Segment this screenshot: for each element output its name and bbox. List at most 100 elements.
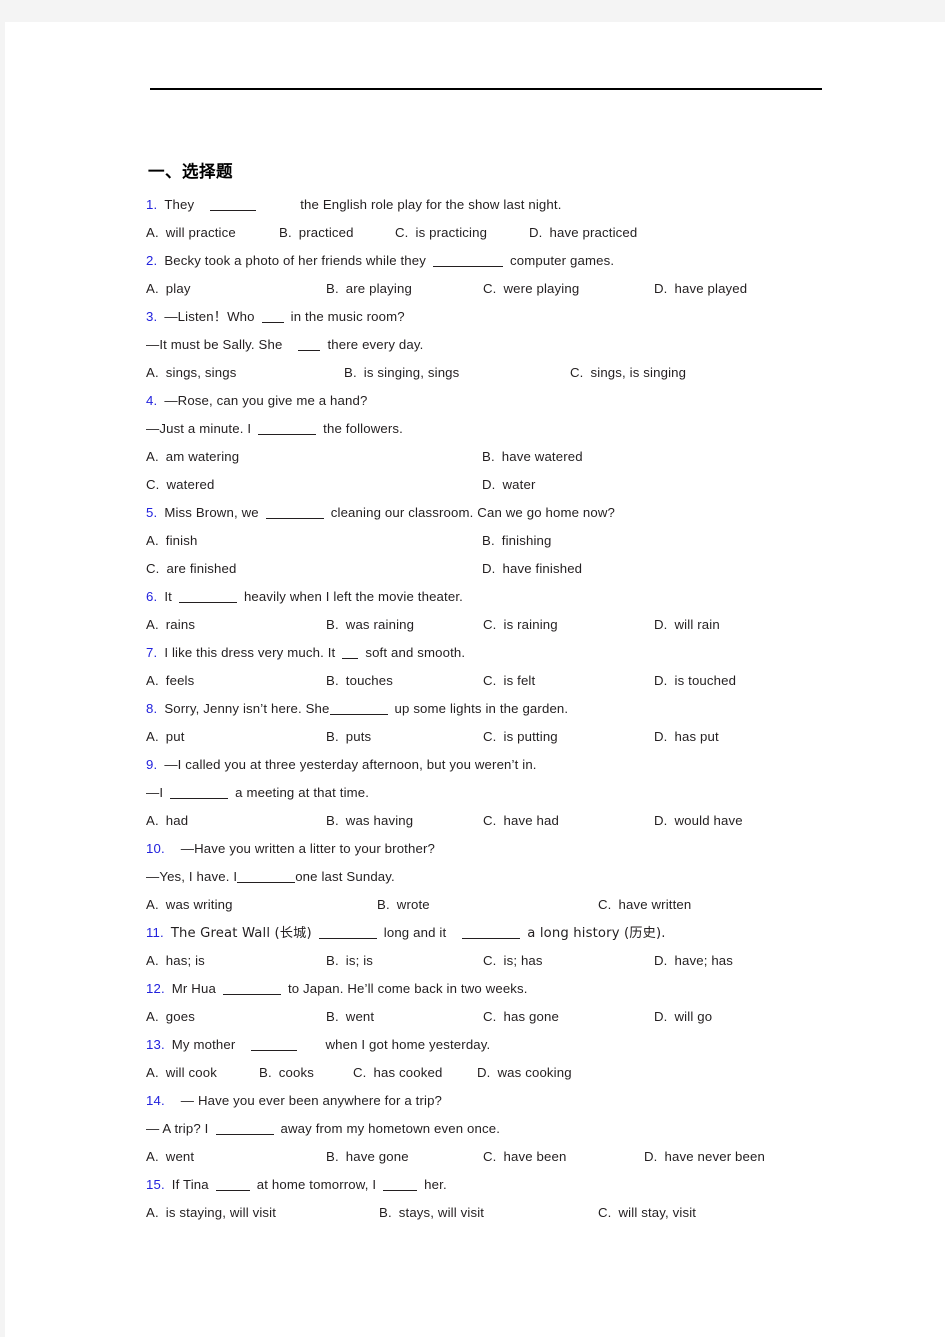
option-text: are finished (166, 561, 237, 576)
option-label: B. (326, 673, 339, 688)
question-number: 9. (146, 757, 158, 772)
option-label: B. (379, 1205, 392, 1220)
question-stem: 2. Becky took a photo of her friends whil… (146, 247, 846, 275)
option-d[interactable]: D. would have (654, 807, 743, 835)
option-a[interactable]: A. feels (146, 667, 194, 695)
option-c[interactable]: C. is raining (483, 611, 558, 639)
option-text: puts (345, 729, 372, 744)
option-a[interactable]: A. put (146, 723, 185, 751)
option-label: B. (377, 897, 390, 912)
option-c[interactable]: C. have had (483, 807, 559, 835)
option-a[interactable]: A. play (146, 275, 191, 303)
option-a[interactable]: A. had (146, 807, 188, 835)
option-text: am watering (165, 449, 240, 464)
answer-blank (298, 339, 321, 351)
option-d[interactable]: D. will go (654, 1003, 712, 1031)
option-b[interactable]: B. was having (326, 807, 413, 835)
answer-blank (222, 983, 281, 995)
option-b[interactable]: B. stays, will visit (379, 1199, 484, 1227)
option-d[interactable]: D. will rain (654, 611, 720, 639)
option-c[interactable]: C. are finished (146, 555, 236, 583)
option-a[interactable]: A. rains (146, 611, 195, 639)
option-a[interactable]: A. is staying, will visit (146, 1199, 276, 1227)
option-c[interactable]: C. will stay, visit (598, 1199, 696, 1227)
option-b[interactable]: B. are playing (326, 275, 412, 303)
option-d[interactable]: D. have never been (644, 1143, 765, 1171)
question-stem: 13. My mother when I got home yesterday. (146, 1031, 846, 1059)
answer-blank (261, 311, 284, 323)
stem-text: in the music room? (290, 309, 405, 324)
option-b[interactable]: B. touches (326, 667, 393, 695)
option-a[interactable]: A. will cook (146, 1059, 217, 1087)
stem-text: soft and smooth. (365, 645, 466, 660)
question-stem: 3. —Listen！Who in the music room? (146, 303, 846, 331)
option-a[interactable]: A. sings, sings (146, 359, 236, 387)
stem-text: a long history (历史). (527, 926, 666, 941)
option-a[interactable]: A. will practice (146, 219, 236, 247)
option-d[interactable]: D. have played (654, 275, 747, 303)
option-d[interactable]: D. have; has (654, 947, 733, 975)
option-b[interactable]: B. went (326, 1003, 374, 1031)
option-c[interactable]: C. has gone (483, 1003, 559, 1031)
option-a[interactable]: A. finish (146, 527, 197, 555)
option-label: B. (326, 617, 339, 632)
option-text: was writing (165, 897, 233, 912)
option-b[interactable]: B. have watered (482, 443, 583, 471)
option-b[interactable]: B. was raining (326, 611, 414, 639)
option-label: D. (482, 477, 496, 492)
option-c[interactable]: C. were playing (483, 275, 579, 303)
question-number: 1. (146, 197, 158, 212)
option-b[interactable]: B. finishing (482, 527, 552, 555)
stem-text: heavily when I left the movie theater. (243, 589, 463, 604)
section-title: 一、选择题 (148, 162, 233, 181)
option-a[interactable]: A. was writing (146, 891, 233, 919)
option-b[interactable]: B. cooks (259, 1059, 314, 1087)
option-c[interactable]: C. sings, is singing (570, 359, 686, 387)
answer-blank (178, 591, 237, 603)
option-c[interactable]: C. is felt (483, 667, 535, 695)
question-number: 8. (146, 701, 158, 716)
question-stem-line2: — A trip? I away from my hometown even on… (146, 1115, 846, 1143)
option-label: A. (146, 225, 159, 240)
option-b[interactable]: B. puts (326, 723, 371, 751)
stem-text: My mother (171, 1037, 236, 1052)
option-b[interactable]: B. practiced (279, 219, 354, 247)
option-c[interactable]: C. have been (483, 1143, 566, 1171)
option-b[interactable]: B. is; is (326, 947, 373, 975)
stem-text: —Rose, can you give me a hand? (164, 393, 368, 408)
question-stem-line2: —It must be Sally. She there every day. (146, 331, 846, 359)
option-c[interactable]: C. is practicing (395, 219, 487, 247)
option-c[interactable]: C. watered (146, 471, 214, 499)
option-b[interactable]: B. is singing, sings (344, 359, 459, 387)
option-label: C. (570, 365, 584, 380)
answer-blank (462, 927, 521, 939)
option-a[interactable]: A. went (146, 1143, 194, 1171)
option-text: is touched (674, 673, 737, 688)
answer-blank (383, 1179, 418, 1191)
option-a[interactable]: A. has; is (146, 947, 205, 975)
option-b[interactable]: B. wrote (377, 891, 430, 919)
option-c[interactable]: C. is; has (483, 947, 543, 975)
stem-text: there every day. (327, 337, 424, 352)
option-a[interactable]: A. am watering (146, 443, 239, 471)
question-options: A. had B. was having C. have had D. would ha… (146, 807, 846, 835)
option-text: wrote (396, 897, 430, 912)
option-d[interactable]: D. was cooking (477, 1059, 572, 1087)
option-c[interactable]: C. have written (598, 891, 691, 919)
option-d[interactable]: D. have finished (482, 555, 582, 583)
option-d[interactable]: D. is touched (654, 667, 736, 695)
stem-text: —It must be Sally. She (146, 337, 283, 352)
option-d[interactable]: D. has put (654, 723, 719, 751)
option-d[interactable]: D. water (482, 471, 536, 499)
stem-text: —Yes, I have. I (146, 869, 238, 884)
option-a[interactable]: A. goes (146, 1003, 195, 1031)
option-label: C. (483, 813, 497, 828)
stem-text: when I got home yesterday. (325, 1037, 491, 1052)
option-c[interactable]: C. is putting (483, 723, 558, 751)
question-options: A. play B. are playing C. were playing D. ha… (146, 275, 846, 303)
option-b[interactable]: B. have gone (326, 1143, 409, 1171)
option-d[interactable]: D. have practiced (529, 219, 637, 247)
stem-text: —I (146, 785, 164, 800)
option-c[interactable]: C. has cooked (353, 1059, 442, 1087)
question-options: C. watered D. water (146, 471, 846, 499)
